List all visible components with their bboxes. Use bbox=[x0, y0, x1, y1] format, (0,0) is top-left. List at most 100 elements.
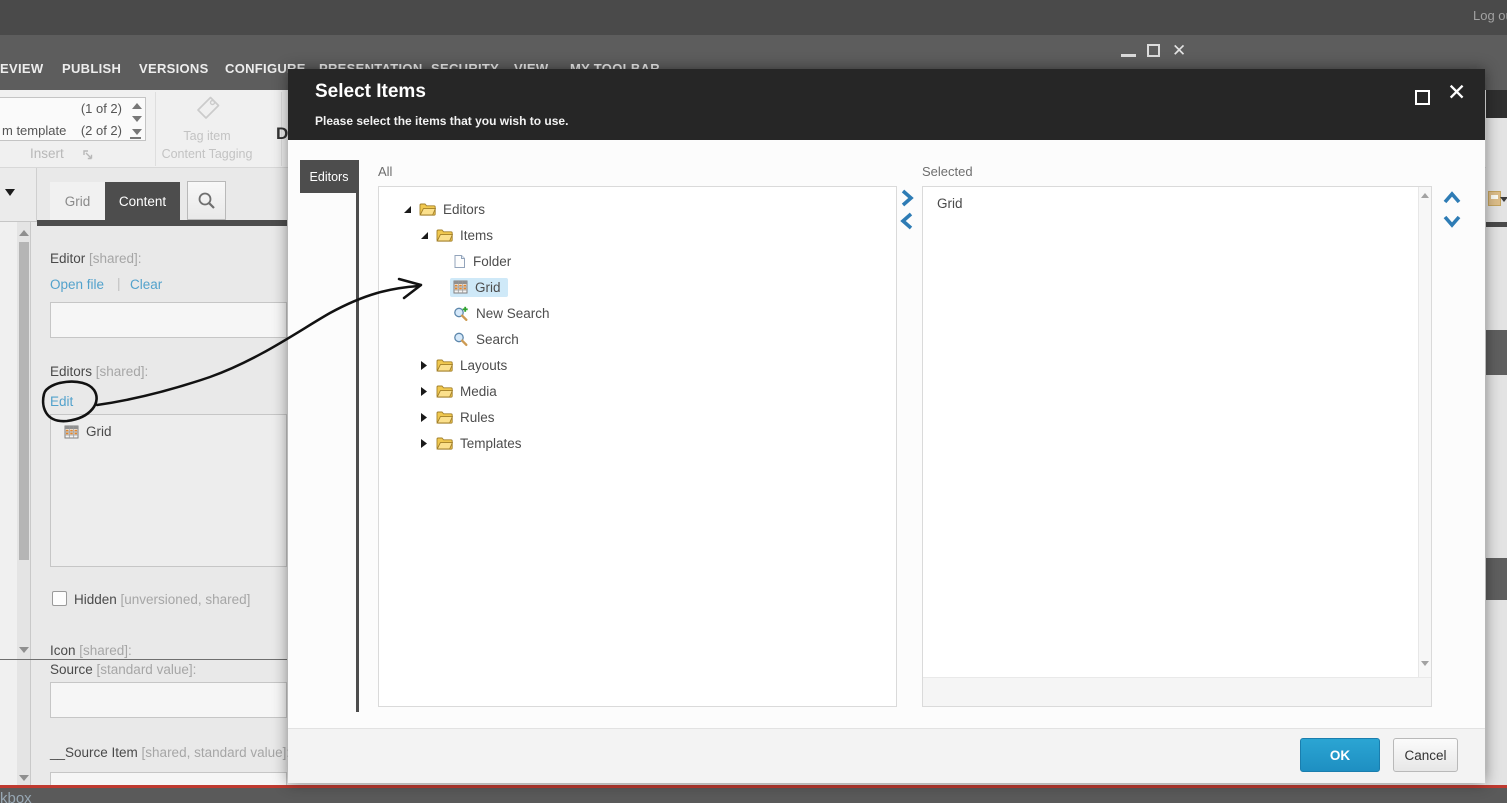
top-app-bar bbox=[0, 0, 1507, 35]
folder-icon bbox=[436, 228, 453, 242]
content-tagging-group-label: Content Tagging bbox=[158, 147, 256, 161]
clear-link[interactable]: Clear bbox=[130, 277, 162, 292]
tree-item-items[interactable]: Items bbox=[379, 222, 896, 248]
tab-grid[interactable]: Grid bbox=[50, 182, 105, 220]
expanded-twisty-icon[interactable] bbox=[400, 203, 414, 216]
open-file-link[interactable]: Open file bbox=[50, 277, 104, 292]
window-close-icon[interactable]: ✕ bbox=[1172, 41, 1186, 61]
grid-icon bbox=[64, 425, 79, 439]
scrollbar-thumb[interactable] bbox=[19, 242, 29, 560]
search-icon bbox=[453, 332, 469, 347]
all-pane-label: All bbox=[378, 164, 392, 179]
version-count-top: (1 of 2) bbox=[58, 101, 122, 116]
editors-field-label: Editors [shared]: bbox=[50, 363, 148, 381]
spinner-up-icon[interactable] bbox=[132, 103, 142, 109]
spinner-down-icon[interactable] bbox=[132, 116, 142, 122]
menu-item-publish[interactable]: PUBLISH bbox=[62, 61, 121, 76]
tree-item-new-search[interactable]: New Search bbox=[379, 300, 896, 326]
source-field-label: Source [standard value]: bbox=[50, 661, 196, 679]
scrollbar-down-icon[interactable] bbox=[19, 647, 29, 653]
folder-icon bbox=[436, 358, 453, 372]
scrollbar-up-icon[interactable] bbox=[1421, 193, 1429, 198]
logout-link[interactable]: Log out bbox=[1473, 8, 1507, 23]
tree-item-folder[interactable]: Folder bbox=[379, 248, 896, 274]
selected-scrollbar-track[interactable] bbox=[1418, 187, 1431, 677]
tree-item-editors[interactable]: Editors bbox=[379, 196, 896, 222]
hidden-checkbox[interactable] bbox=[52, 591, 67, 606]
ribbon-separator bbox=[155, 92, 156, 166]
spinner-last-bar bbox=[130, 137, 141, 139]
source-field-input[interactable] bbox=[50, 682, 287, 718]
source-item-field-input[interactable] bbox=[50, 772, 287, 786]
template-name-label: m template bbox=[2, 123, 66, 138]
selected-tree-node[interactable]: Grid bbox=[450, 278, 508, 297]
background-strip-dark bbox=[1486, 90, 1507, 118]
dialog-title: Select Items bbox=[315, 81, 426, 103]
dialog-tab-editors[interactable]: Editors bbox=[300, 160, 358, 193]
editors-listbox[interactable]: Grid bbox=[50, 414, 287, 567]
tree-item-templates[interactable]: Templates bbox=[379, 430, 896, 456]
search-button[interactable] bbox=[187, 181, 226, 220]
dialog-footer: OK Cancel bbox=[288, 728, 1485, 783]
background-dropdown-icon bbox=[1500, 197, 1507, 202]
insert-group-label: Insert bbox=[30, 146, 64, 161]
selected-items-list[interactable]: Grid bbox=[922, 186, 1432, 707]
expanded-twisty-icon[interactable] bbox=[417, 229, 431, 242]
version-count-bottom: (2 of 2) bbox=[58, 123, 122, 138]
folder-icon bbox=[436, 410, 453, 424]
tree-item-media[interactable]: Media bbox=[379, 378, 896, 404]
tag-item-button[interactable]: Tag item bbox=[172, 129, 242, 143]
menu-item-review[interactable]: EVIEW bbox=[0, 61, 43, 76]
tab-underline-bar bbox=[37, 220, 287, 226]
dialog-maximize-icon[interactable] bbox=[1415, 90, 1430, 105]
status-bar bbox=[0, 788, 1507, 803]
selected-pane-label: Selected bbox=[922, 164, 973, 179]
grid-icon bbox=[453, 280, 468, 294]
dialog-close-icon[interactable]: ✕ bbox=[1447, 81, 1466, 104]
folder-icon bbox=[436, 384, 453, 398]
move-left-icon[interactable] bbox=[899, 211, 915, 231]
move-down-icon[interactable] bbox=[1441, 211, 1463, 231]
background-strip-block bbox=[1486, 330, 1507, 375]
tag-icon[interactable] bbox=[194, 94, 222, 122]
collapsed-twisty-icon[interactable] bbox=[417, 385, 431, 398]
editor-field-label: Editor [shared]: bbox=[50, 250, 142, 268]
tree-item-layouts[interactable]: Layouts bbox=[379, 352, 896, 378]
panel-splitter[interactable] bbox=[0, 659, 287, 660]
scrollbar-up-icon[interactable] bbox=[19, 230, 29, 236]
panel-dropdown-icon[interactable] bbox=[5, 189, 15, 196]
edit-link[interactable]: Edit bbox=[50, 394, 73, 409]
link-separator: | bbox=[117, 276, 121, 291]
tree-item-rules[interactable]: Rules bbox=[379, 404, 896, 430]
new-search-icon bbox=[453, 306, 469, 321]
scrollbar-down-icon-2[interactable] bbox=[19, 775, 29, 781]
item-tree[interactable]: Editors Items Folder Grid New Search Sea… bbox=[378, 186, 897, 707]
background-strip-line bbox=[1486, 222, 1507, 227]
folder-icon bbox=[419, 202, 436, 216]
tree-item-grid[interactable]: Grid bbox=[379, 274, 896, 300]
move-up-icon[interactable] bbox=[1441, 188, 1463, 208]
cancel-button[interactable]: Cancel bbox=[1393, 738, 1458, 772]
icon-field-label: Icon [shared]: bbox=[50, 642, 132, 660]
spinner-last-icon[interactable] bbox=[132, 129, 142, 135]
editor-field-input[interactable] bbox=[50, 302, 287, 338]
collapsed-twisty-icon[interactable] bbox=[417, 359, 431, 372]
collapsed-twisty-icon[interactable] bbox=[417, 411, 431, 424]
status-bar-partial-text: kbox bbox=[0, 790, 32, 803]
move-right-icon[interactable] bbox=[899, 188, 915, 208]
ok-button[interactable]: OK bbox=[1300, 738, 1380, 772]
dialog-launcher-icon[interactable] bbox=[82, 149, 94, 161]
window-maximize-icon[interactable] bbox=[1147, 44, 1160, 57]
selected-list-footer-strip bbox=[923, 677, 1431, 706]
tab-content[interactable]: Content bbox=[105, 182, 180, 220]
selected-item-grid[interactable]: Grid bbox=[937, 196, 963, 211]
scrollbar-down-icon[interactable] bbox=[1421, 661, 1429, 666]
select-items-dialog: Select Items Please select the items tha… bbox=[288, 69, 1485, 783]
folder-icon bbox=[436, 436, 453, 450]
collapsed-twisty-icon[interactable] bbox=[417, 437, 431, 450]
tree-item-search[interactable]: Search bbox=[379, 326, 896, 352]
editors-list-item-grid[interactable]: Grid bbox=[64, 424, 112, 439]
menu-item-versions[interactable]: VERSIONS bbox=[139, 61, 209, 76]
window-minimize-icon[interactable] bbox=[1121, 54, 1136, 57]
partial-ribbon-button[interactable]: D bbox=[276, 124, 288, 144]
